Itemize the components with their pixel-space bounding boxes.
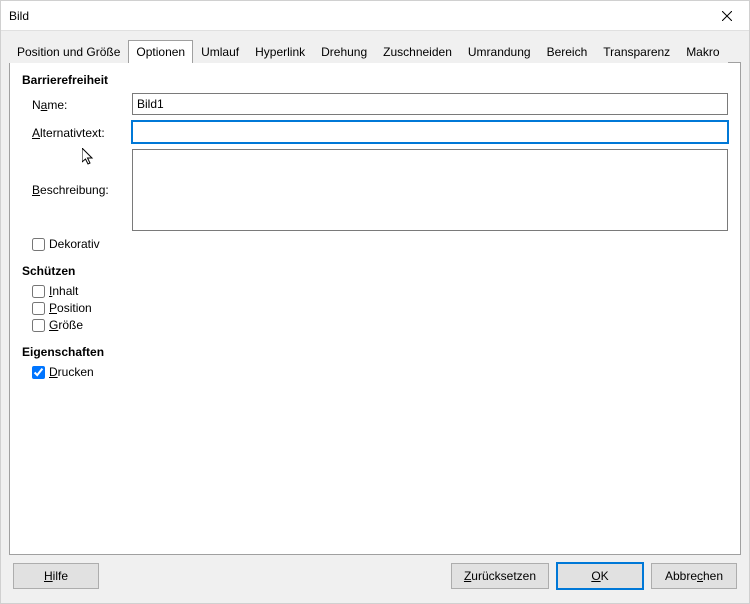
tab-transparency[interactable]: Transparenz	[595, 40, 678, 63]
help-button[interactable]: Hilfe	[13, 563, 99, 589]
options-panel: Barrierefreiheit Name: Alternativtext: B…	[9, 62, 741, 555]
decorative-label: Dekorativ	[49, 237, 100, 251]
close-icon	[722, 11, 732, 21]
close-button[interactable]	[705, 1, 749, 31]
protect-title: Schützen	[22, 264, 728, 278]
tab-macro[interactable]: Makro	[678, 40, 727, 63]
tab-bar: Position und Größe Optionen Umlauf Hyper…	[1, 31, 749, 62]
reset-button[interactable]: Zurücksetzen	[451, 563, 549, 589]
accessibility-section: Barrierefreiheit Name: Alternativtext: B…	[22, 73, 728, 254]
protect-section: Schützen Inhalt Position Größe	[22, 264, 728, 335]
tab-position-size[interactable]: Position und Größe	[9, 40, 128, 63]
properties-section: Eigenschaften Drucken	[22, 345, 728, 382]
window-title: Bild	[9, 9, 705, 23]
description-input[interactable]	[132, 149, 728, 231]
tab-hyperlink[interactable]: Hyperlink	[247, 40, 313, 63]
name-input[interactable]	[132, 93, 728, 115]
button-bar: Hilfe Zurücksetzen OK Abbrechen	[1, 563, 749, 603]
protect-position-label: Position	[49, 301, 92, 315]
tab-area[interactable]: Bereich	[539, 40, 596, 63]
properties-title: Eigenschaften	[22, 345, 728, 359]
ok-button[interactable]: OK	[557, 563, 643, 589]
dialog-window: Bild Position und Größe Optionen Umlauf …	[0, 0, 750, 604]
protect-size-label: Größe	[49, 318, 83, 332]
protect-size-checkbox[interactable]	[32, 319, 45, 332]
protect-content-checkbox[interactable]	[32, 285, 45, 298]
print-checkbox[interactable]	[32, 366, 45, 379]
cancel-button[interactable]: Abbrechen	[651, 563, 737, 589]
accessibility-title: Barrierefreiheit	[22, 73, 728, 87]
tab-rotation[interactable]: Drehung	[313, 40, 375, 63]
alt-text-input[interactable]	[132, 121, 728, 143]
description-label: Beschreibung:	[32, 149, 132, 197]
protect-position-checkbox[interactable]	[32, 302, 45, 315]
tab-borders[interactable]: Umrandung	[460, 40, 539, 63]
print-label: Drucken	[49, 365, 94, 379]
alt-text-label: Alternativtext:	[32, 124, 132, 140]
tab-crop[interactable]: Zuschneiden	[375, 40, 460, 63]
tab-wrap[interactable]: Umlauf	[193, 40, 247, 63]
decorative-checkbox[interactable]	[32, 238, 45, 251]
tab-options[interactable]: Optionen	[128, 40, 193, 63]
name-label: Name:	[32, 96, 132, 112]
titlebar: Bild	[1, 1, 749, 31]
protect-content-label: Inhalt	[49, 284, 78, 298]
